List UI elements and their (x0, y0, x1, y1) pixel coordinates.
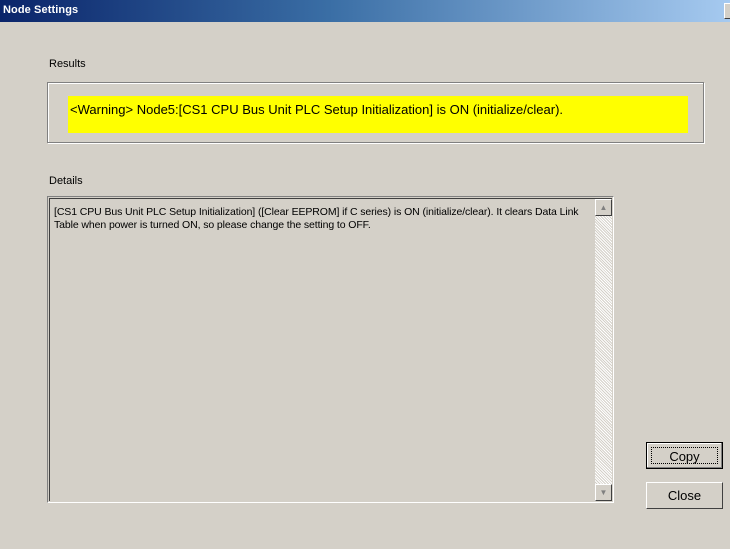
close-button[interactable]: Close (646, 482, 723, 509)
details-vertical-scrollbar[interactable]: ▲ ▼ (595, 199, 612, 501)
results-label: Results (49, 58, 86, 70)
details-text: [CS1 CPU Bus Unit PLC Setup Initializati… (54, 206, 579, 231)
copy-button[interactable]: Copy (646, 442, 723, 469)
window-close-button[interactable]: x (724, 3, 730, 19)
results-warning-text: <Warning> Node5:[CS1 CPU Bus Unit PLC Se… (70, 102, 564, 117)
details-inner-frame: [CS1 CPU Bus Unit PLC Setup Initializati… (49, 198, 612, 501)
title-bar: Node Settings x (0, 0, 730, 22)
scroll-up-arrow-icon[interactable]: ▲ (595, 199, 612, 216)
copy-button-label: Copy (651, 447, 718, 464)
scroll-down-arrow-icon[interactable]: ▼ (595, 484, 612, 501)
window-title: Node Settings (3, 4, 79, 16)
details-text-area[interactable]: [CS1 CPU Bus Unit PLC Setup Initializati… (47, 196, 614, 503)
results-warning-box: <Warning> Node5:[CS1 CPU Bus Unit PLC Se… (68, 96, 688, 133)
details-label: Details (49, 175, 83, 187)
